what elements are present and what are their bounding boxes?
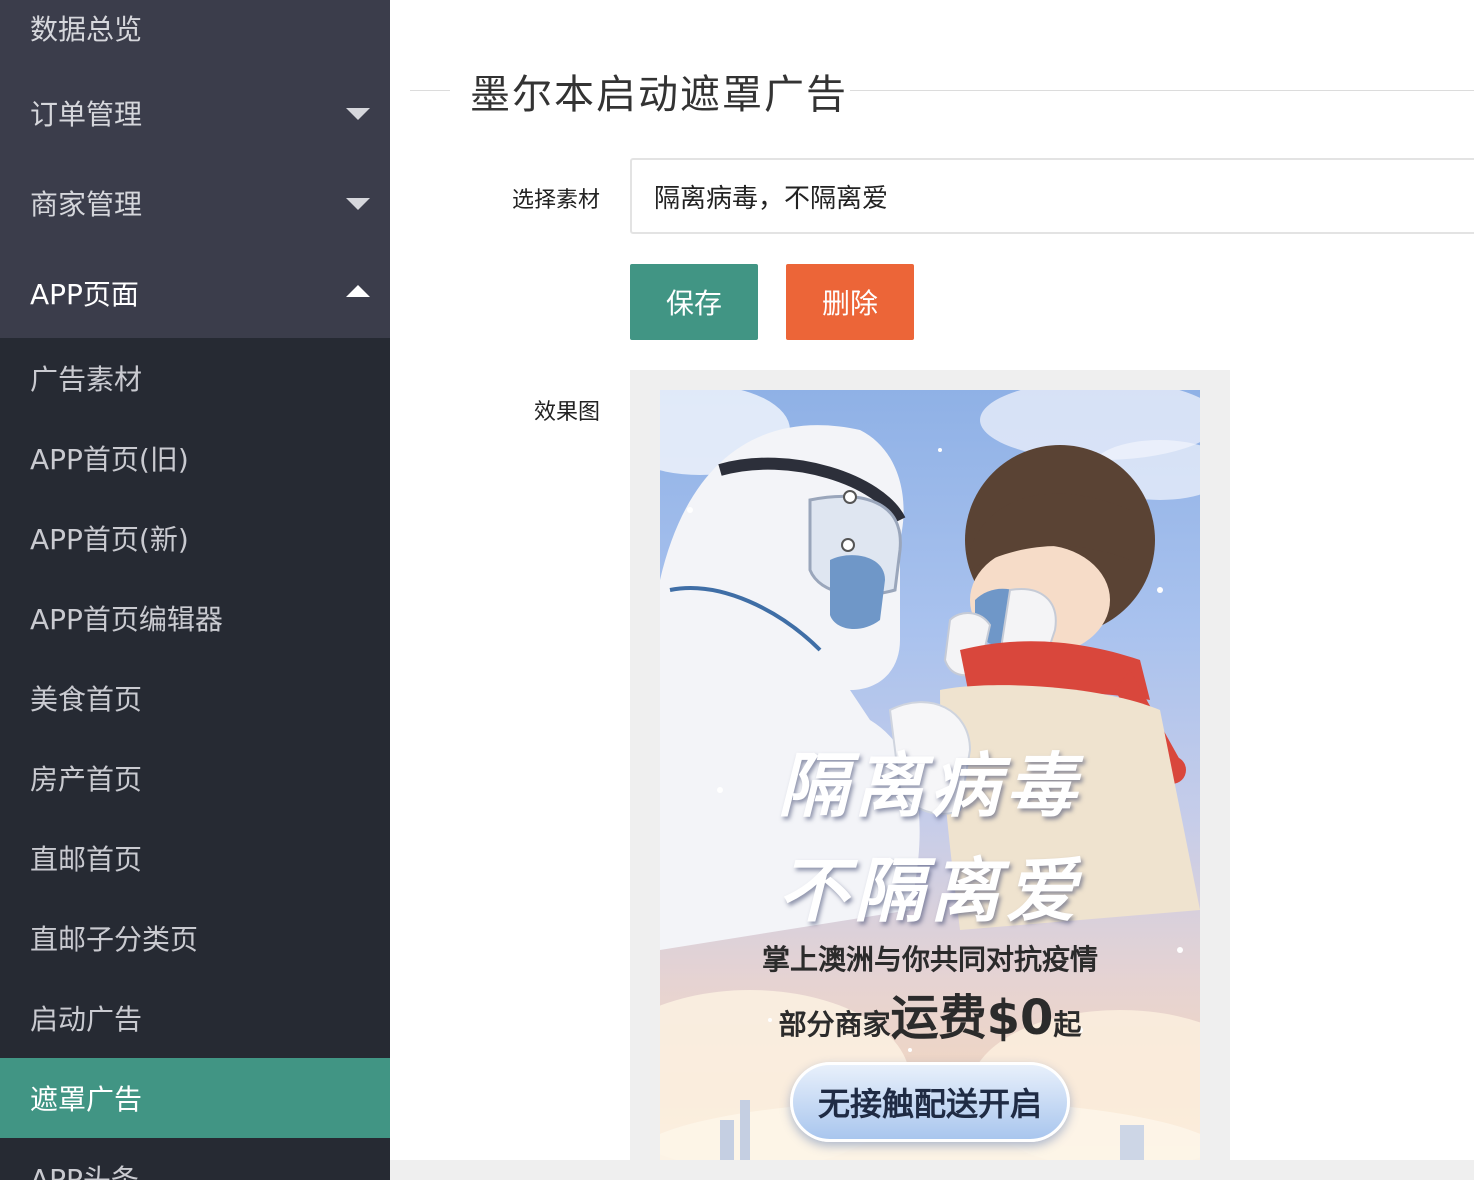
sidebar-item-label: 数据总览 xyxy=(30,13,143,46)
sidebar-subitem-directmail-home[interactable]: 直邮首页 xyxy=(0,818,390,898)
sidebar-subitem-directmail-subcategory[interactable]: 直邮子分类页 xyxy=(0,898,390,978)
sidebar-item-app-pages[interactable]: APP页面 xyxy=(0,248,390,338)
sidebar-subitem-ad-materials[interactable]: 广告素材 xyxy=(0,338,390,418)
sidebar-submenu: 广告素材 APP首页(旧) APP首页(新) APP首页编辑器 美食首页 房产首… xyxy=(0,338,390,1180)
preview-label: 效果图 xyxy=(533,400,600,425)
sidebar-subitem-label: 房产首页 xyxy=(30,763,143,796)
sidebar-subitem-app-home-new[interactable]: APP首页(新) xyxy=(0,498,390,578)
sidebar-subitem-app-home-editor[interactable]: APP首页编辑器 xyxy=(0,578,390,658)
ad-poster-image: 隔离病毒 不隔离爱 掌上澳洲与你共同对抗疫情 部分商家运费$0起 无接触配送开启 xyxy=(660,390,1200,1180)
sidebar-top-group: 数据总览 订单管理 商家管理 APP页面 xyxy=(0,0,390,338)
poster-subtitle-highlight: 运费$0 xyxy=(890,990,1054,1046)
sidebar-subitem-food-home[interactable]: 美食首页 xyxy=(0,658,390,738)
sidebar-subitem-app-home-old[interactable]: APP首页(旧) xyxy=(0,418,390,498)
poster-cta-badge: 无接触配送开启 xyxy=(790,1062,1070,1142)
sidebar-item-orders[interactable]: 订单管理 xyxy=(0,68,390,158)
material-select-value: 隔离病毒，不隔离爱 xyxy=(654,183,889,214)
sidebar-subitem-launch-ad[interactable]: 启动广告 xyxy=(0,978,390,1058)
preview-frame: 隔离病毒 不隔离爱 掌上澳洲与你共同对抗疫情 部分商家运费$0起 无接触配送开启 xyxy=(630,370,1230,1180)
poster-title-line1: 隔离病毒 xyxy=(778,744,1082,827)
sidebar-subitem-app-headlines[interactable]: APP头条 xyxy=(0,1138,390,1180)
poster-subtitle-suffix: 起 xyxy=(1053,1008,1082,1041)
chevron-down-icon xyxy=(346,108,370,120)
chevron-up-icon xyxy=(346,285,370,297)
sidebar-subitem-label: 广告素材 xyxy=(30,363,143,396)
sidebar-subitem-label: APP首页编辑器 xyxy=(30,603,223,636)
sidebar-item-overview[interactable]: 数据总览 xyxy=(0,0,390,68)
main-content: 墨尔本启动遮罩广告 选择素材 隔离病毒，不隔离爱 保存 删除 效果图 隔离病毒 … xyxy=(390,0,1474,1180)
sidebar-subitem-label: 遮罩广告 xyxy=(30,1083,143,1116)
poster-subtitle-line1: 掌上澳洲与你共同对抗疫情 xyxy=(761,943,1098,976)
sidebar-item-label: 商家管理 xyxy=(30,188,143,221)
save-button[interactable]: 保存 xyxy=(630,264,758,340)
material-select[interactable]: 隔离病毒，不隔离爱 xyxy=(630,158,1474,234)
sidebar-subitem-mask-ad[interactable]: 遮罩广告 xyxy=(0,1058,390,1138)
page-title: 墨尔本启动遮罩广告 xyxy=(470,72,848,118)
divider xyxy=(850,90,1474,91)
sidebar-subitem-label: 直邮子分类页 xyxy=(30,923,199,956)
sidebar-subitem-label: 直邮首页 xyxy=(30,843,143,876)
sidebar-subitem-label: 启动广告 xyxy=(30,1003,143,1036)
sidebar-subitem-label: 美食首页 xyxy=(30,683,143,716)
sidebar-subitem-label: APP头条 xyxy=(30,1163,139,1180)
delete-button[interactable]: 删除 xyxy=(786,264,914,340)
sidebar-item-merchants[interactable]: 商家管理 xyxy=(0,158,390,248)
divider xyxy=(410,90,450,91)
sidebar-subitem-label: APP首页(新) xyxy=(30,523,189,556)
sidebar: 数据总览 订单管理 商家管理 APP页面 广告素材 APP首页(旧) APP首页… xyxy=(0,0,390,1180)
poster-subtitle-prefix: 部分商家 xyxy=(778,1008,891,1041)
material-label: 选择素材 xyxy=(511,188,600,213)
chevron-down-icon xyxy=(346,198,370,210)
bottom-scroll-strip xyxy=(390,1160,1474,1180)
sidebar-item-label: APP页面 xyxy=(30,278,139,311)
sidebar-item-label: 订单管理 xyxy=(30,98,143,131)
sidebar-subitem-label: APP首页(旧) xyxy=(30,443,189,476)
poster-subtitle-line2: 部分商家运费$0起 xyxy=(660,978,1200,1048)
poster-title-line2: 不隔离爱 xyxy=(778,849,1082,932)
sidebar-subitem-realestate-home[interactable]: 房产首页 xyxy=(0,738,390,818)
